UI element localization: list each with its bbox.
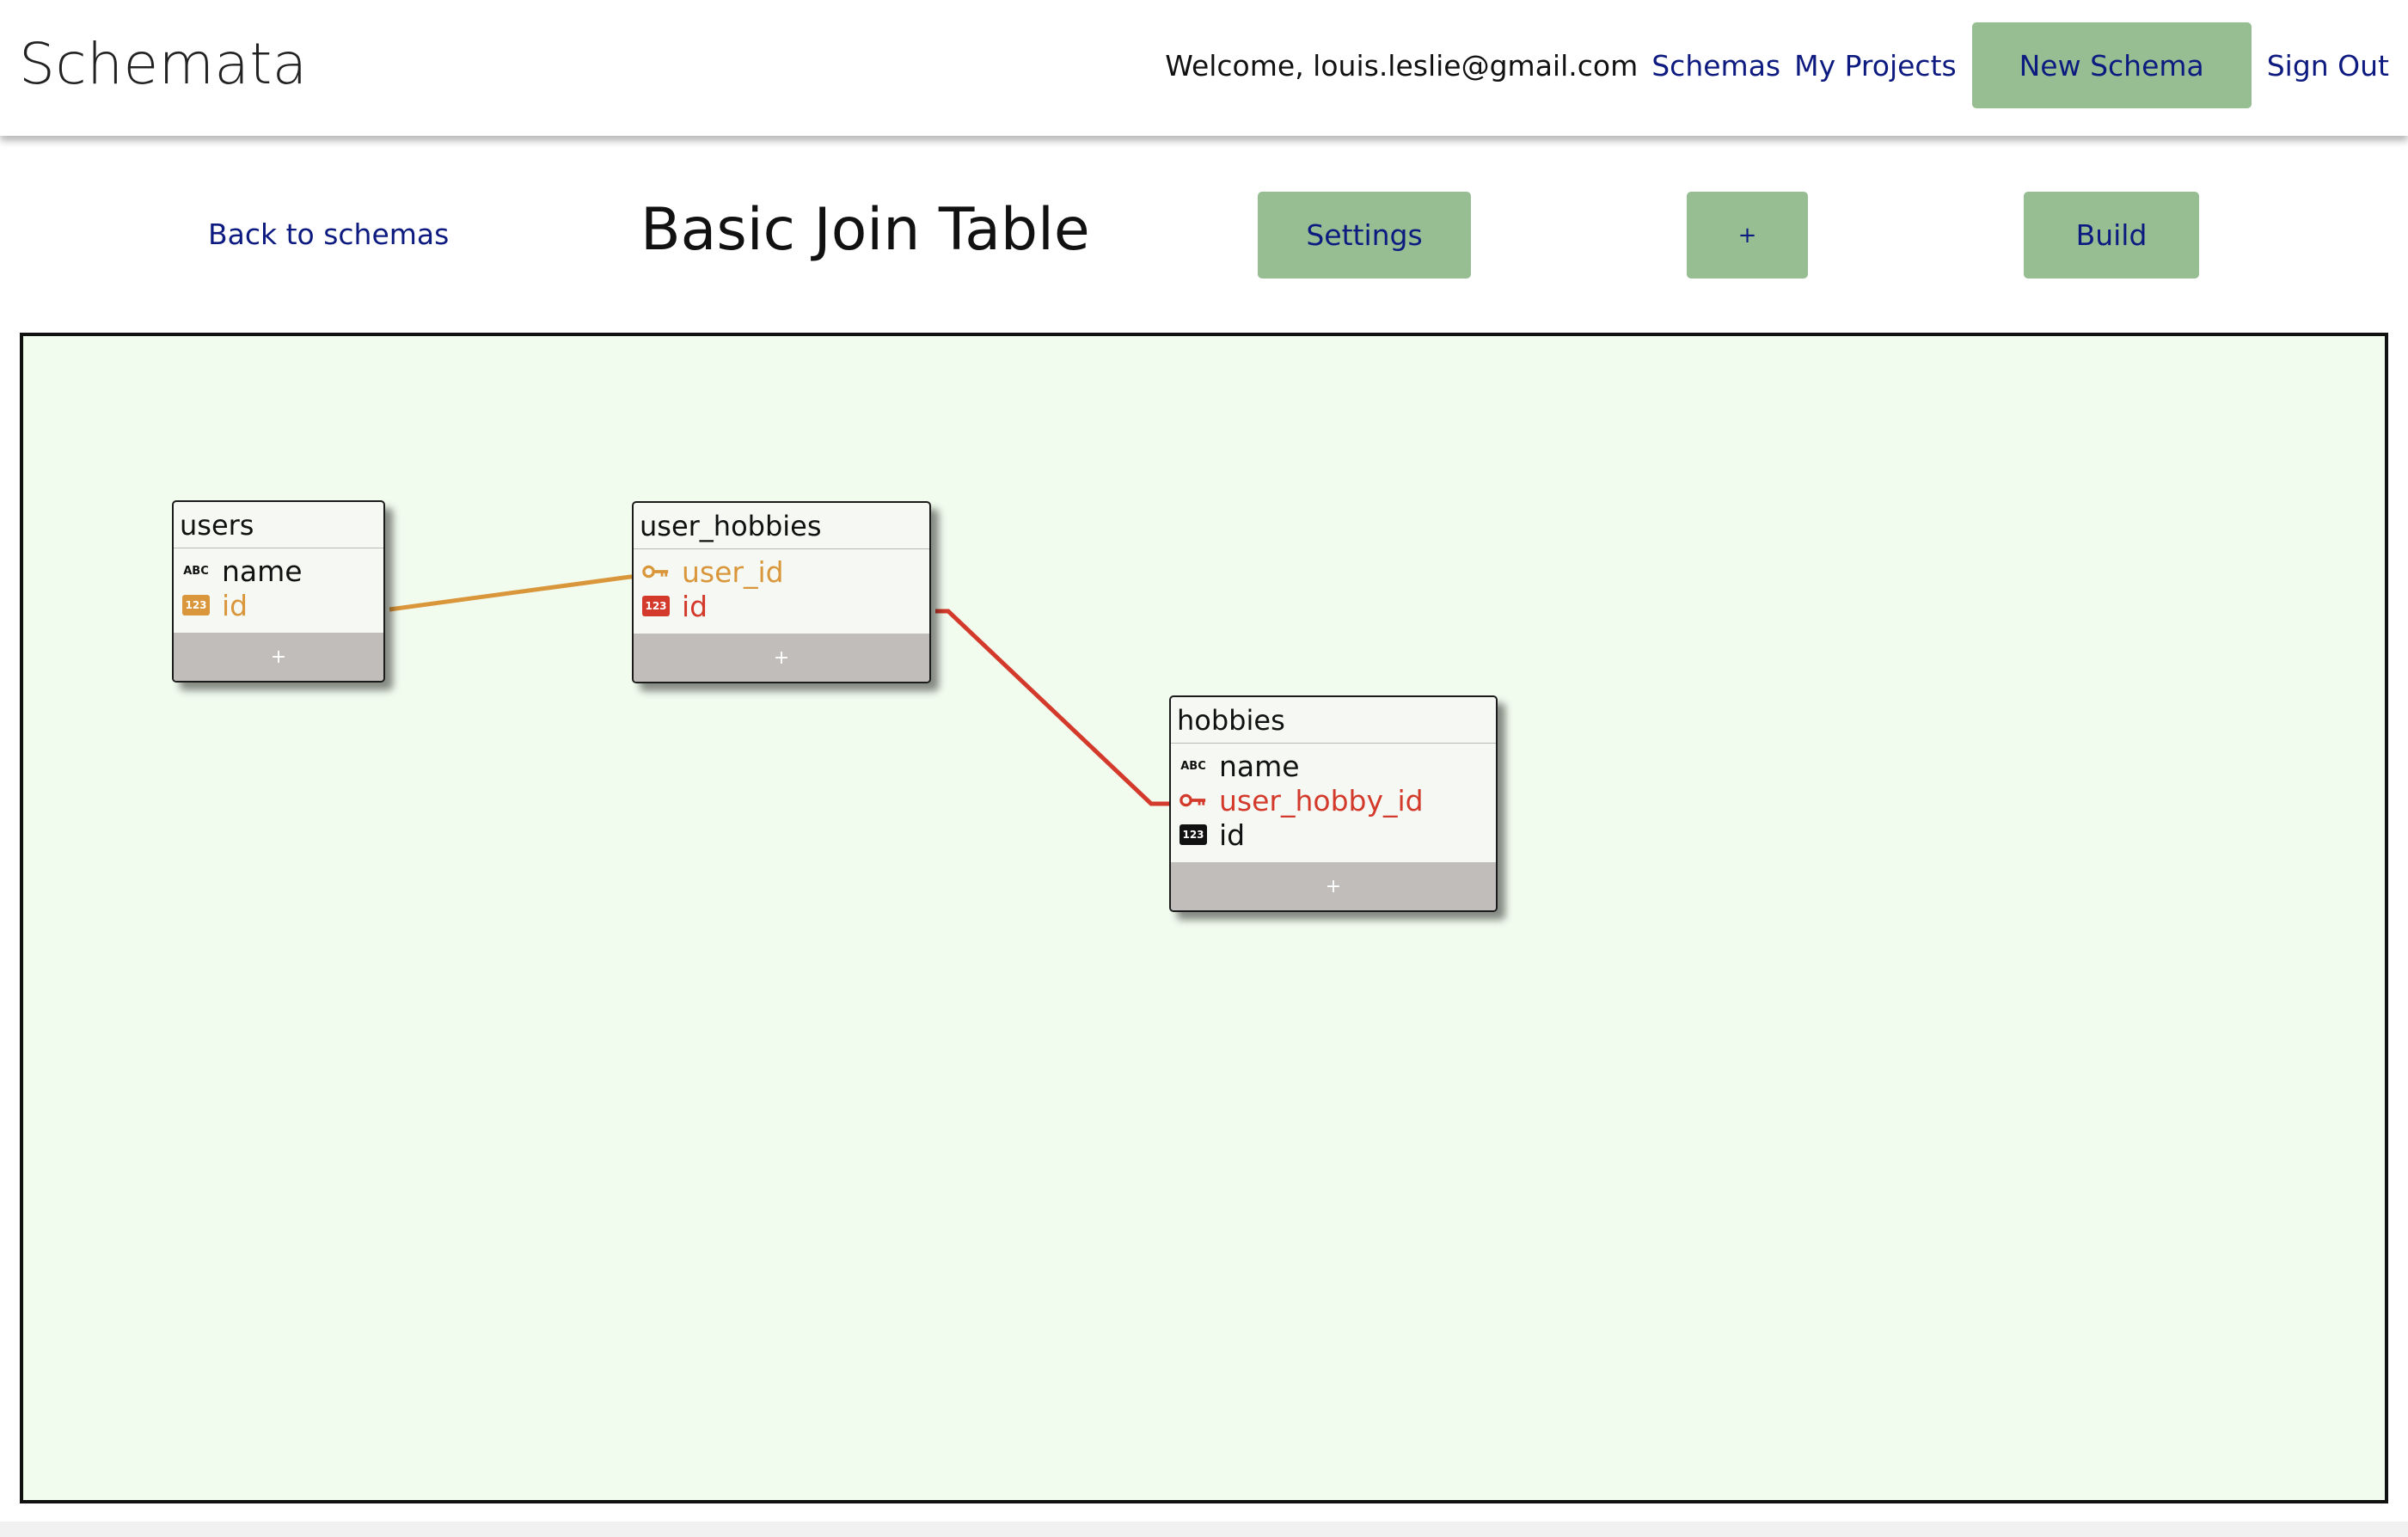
relation-link-users-user-hobbies[interactable] — [389, 574, 642, 612]
field-row[interactable]: 123 id — [1171, 817, 1496, 852]
table-name[interactable]: hobbies — [1171, 697, 1496, 744]
sign-out-link[interactable]: Sign Out — [2267, 49, 2389, 83]
abc-icon: ABC — [183, 564, 209, 578]
table-hobbies[interactable]: hobbies ABC name user_hobby_id 123 id + — [1169, 695, 1498, 912]
new-schema-button[interactable]: New Schema — [1971, 22, 2252, 108]
field-name: name — [222, 554, 303, 588]
table-name[interactable]: users — [174, 502, 383, 548]
page-footer-band — [0, 1522, 2408, 1537]
build-button[interactable]: Build — [2024, 192, 2199, 279]
back-to-schemas-link[interactable]: Back to schemas — [208, 217, 449, 251]
welcome-text: Welcome, louis.leslie@gmail.com — [1165, 48, 1639, 83]
field-name: name — [1219, 749, 1300, 783]
schema-canvas[interactable]: users ABC name 123 id + user_hobbies use… — [20, 333, 2388, 1503]
table-users[interactable]: users ABC name 123 id + — [172, 500, 385, 683]
number-icon: 123 — [182, 595, 210, 615]
relation-link-user-hobbies-hobbies[interactable] — [935, 609, 1175, 806]
field-row[interactable]: ABC name — [174, 554, 383, 588]
table-user-hobbies[interactable]: user_hobbies user_id 123 id + — [632, 501, 931, 683]
table-name[interactable]: user_hobbies — [634, 503, 929, 549]
field-name: id — [222, 588, 248, 622]
schema-title: Basic Join Table — [640, 196, 1090, 264]
number-icon: 123 — [1179, 824, 1207, 845]
add-field-button[interactable]: + — [174, 633, 383, 681]
field-name: id — [1219, 817, 1246, 852]
add-table-button[interactable]: + — [1687, 192, 1808, 279]
add-field-button[interactable]: + — [1171, 862, 1496, 910]
field-row[interactable]: 123 id — [634, 589, 929, 623]
key-icon — [642, 561, 670, 582]
field-name: user_id — [682, 554, 784, 589]
number-icon: 123 — [642, 596, 670, 616]
field-name: user_hobby_id — [1219, 783, 1424, 817]
my-projects-link[interactable]: My Projects — [1794, 49, 1957, 83]
nav-right: Welcome, louis.leslie@gmail.com Schemas … — [1165, 22, 2389, 108]
field-name: id — [682, 589, 708, 623]
field-row[interactable]: 123 id — [174, 588, 383, 622]
field-row[interactable]: user_id — [634, 554, 929, 589]
settings-button[interactable]: Settings — [1258, 192, 1471, 279]
top-navbar: Schemata Welcome, louis.leslie@gmail.com… — [0, 0, 2408, 136]
schemas-link[interactable]: Schemas — [1651, 49, 1780, 83]
field-row[interactable]: user_hobby_id — [1171, 783, 1496, 817]
key-icon — [1179, 790, 1207, 811]
abc-icon: ABC — [1180, 759, 1206, 773]
field-row[interactable]: ABC name — [1171, 749, 1496, 783]
add-field-button[interactable]: + — [634, 634, 929, 682]
brand-logo[interactable]: Schemata — [19, 31, 308, 97]
